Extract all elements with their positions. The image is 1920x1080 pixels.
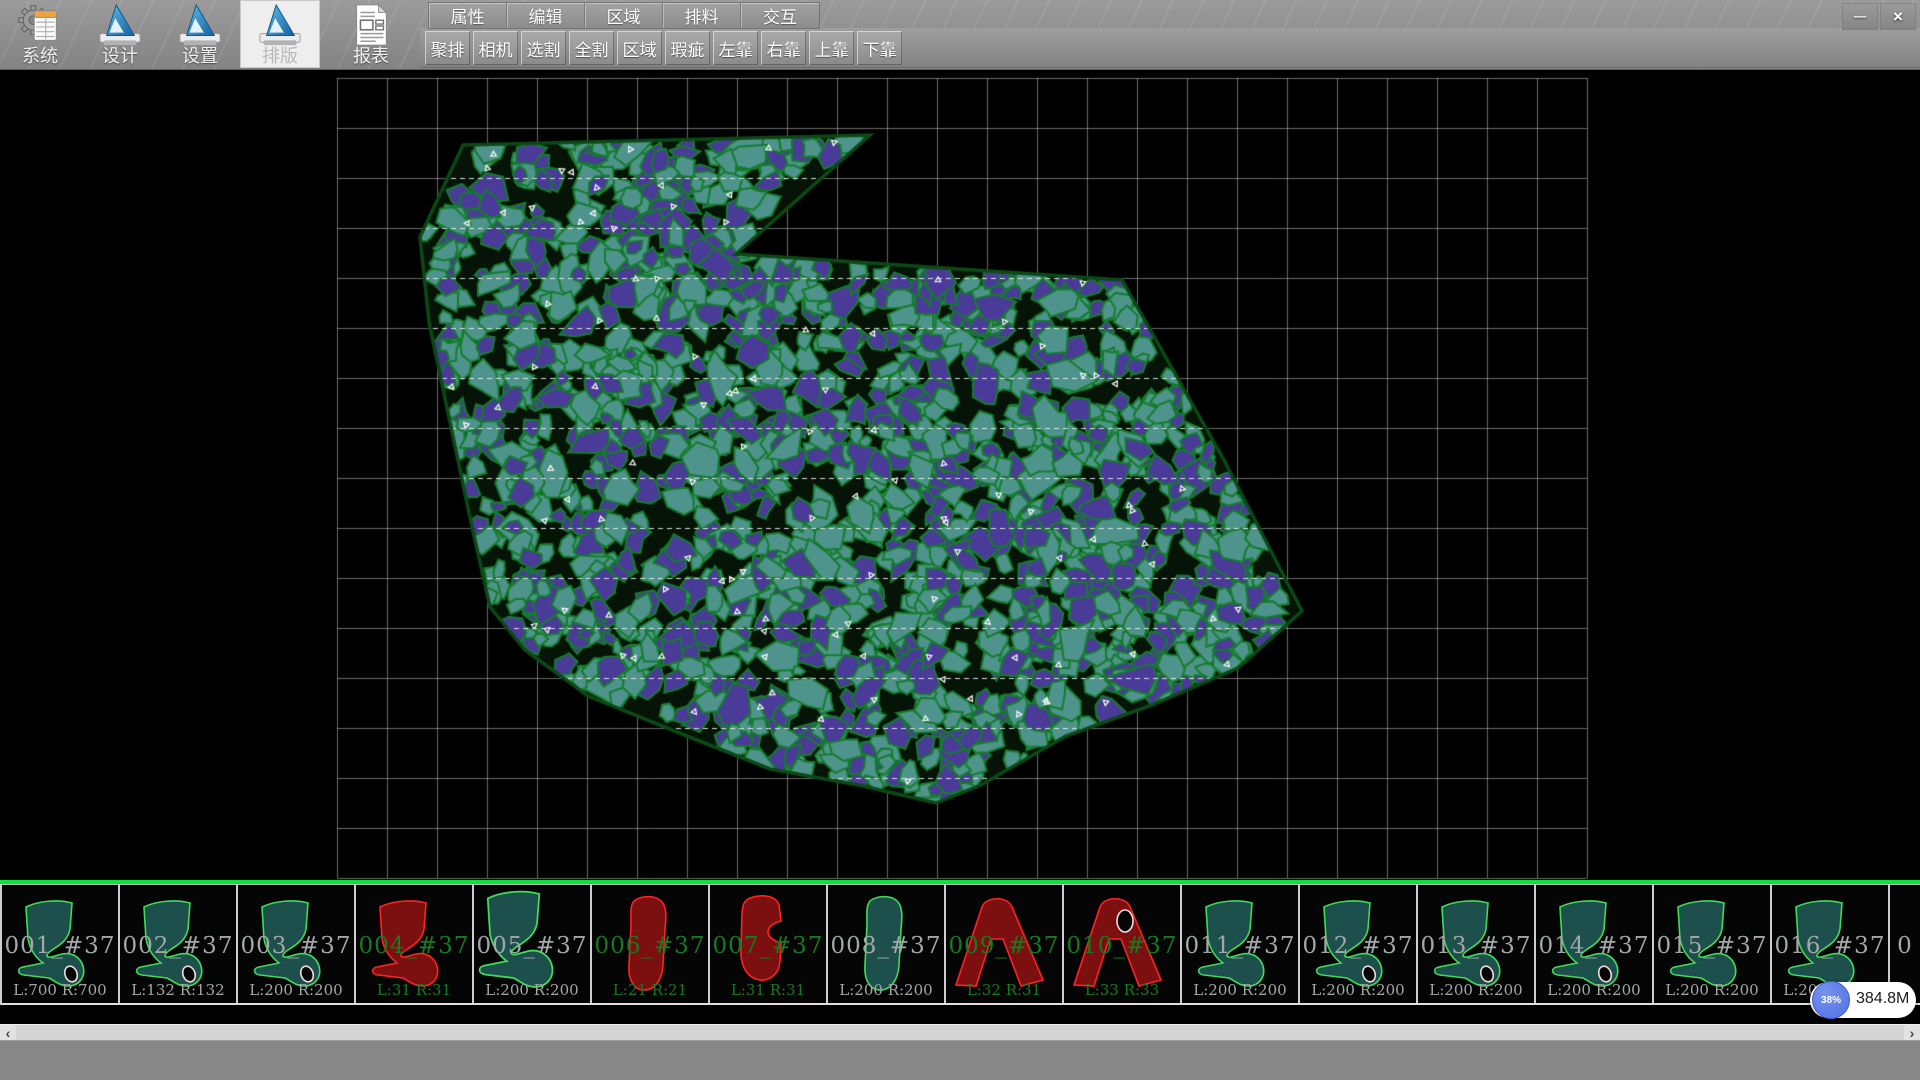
parts-thumbnail-strip: 001_#37L:700 R:700002_#37L:132 R:132003_… xyxy=(0,884,1920,1005)
tool-button-相机[interactable]: 相机 xyxy=(473,31,518,65)
part-id-label: 015_#37 xyxy=(1654,933,1770,959)
part-lr-count-label: L:200 R:200 xyxy=(1418,981,1534,999)
part-id-label: 013_#37 xyxy=(1418,933,1534,959)
top-toolbar: 系统设计设置排版报表 属性编辑区域排料交互 聚排相机选割全割区域瑕疵左靠右靠上靠… xyxy=(0,0,1920,70)
tool-button-下靠[interactable]: 下靠 xyxy=(857,31,902,65)
app-button-报表[interactable]: 报表 xyxy=(320,0,422,68)
part-thumbnail[interactable]: 005_#37 L:200 R:200 xyxy=(474,884,592,1005)
minimize-button[interactable]: ─ xyxy=(1842,3,1878,30)
scroll-right-arrow-icon[interactable]: › xyxy=(1904,1025,1920,1041)
part-thumbnail[interactable]: 011_#37 L:200 R:200 xyxy=(1182,884,1300,1005)
part-lr-count-label: L:200 R:200 xyxy=(1654,981,1770,999)
close-button[interactable]: × xyxy=(1880,3,1916,30)
part-lr-count-label: L:31 R:31 xyxy=(710,981,826,999)
tool-button-上靠[interactable]: 上靠 xyxy=(809,31,854,65)
window-controls: ─ × xyxy=(1842,3,1916,30)
tool-button-瑕疵[interactable]: 瑕疵 xyxy=(665,31,710,65)
nesting-canvas[interactable] xyxy=(0,70,1920,880)
bottom-gap xyxy=(0,1005,1920,1024)
part-lr-count-label: L:33 R:33 xyxy=(1064,981,1180,999)
menu-tab-区域[interactable]: 区域 xyxy=(585,3,663,28)
ruler-icon xyxy=(97,2,143,46)
status-bar xyxy=(0,1040,1920,1080)
part-id-label: 008_#37 xyxy=(828,933,944,959)
part-id-label: 004_#37 xyxy=(356,933,472,959)
part-lr-count-label: L:200 R:200 xyxy=(1300,981,1416,999)
tool-button-选割[interactable]: 选割 xyxy=(521,31,566,65)
menu-tab-交互[interactable]: 交互 xyxy=(741,3,819,28)
part-id-label: 016_#37 xyxy=(1772,933,1888,959)
tool-button-右靠[interactable]: 右靠 xyxy=(761,31,806,65)
menu-tab-属性[interactable]: 属性 xyxy=(429,3,507,28)
part-id-label: 012_#37 xyxy=(1300,933,1416,959)
memory-progress-pill: 38% 384.8M xyxy=(1810,982,1916,1018)
part-id-label: 005_#37 xyxy=(474,933,590,959)
app-button-label: 系统 xyxy=(22,46,58,66)
app-button-label: 设置 xyxy=(182,46,218,66)
part-lr-count-label: L:32 R:31 xyxy=(946,981,1062,999)
part-thumbnail[interactable]: 008_#37 L:200 R:200 xyxy=(828,884,946,1005)
part-thumbnail[interactable]: 006_#37 L:21 R:21 xyxy=(592,884,710,1005)
app-button-label: 设计 xyxy=(102,46,138,66)
app-button-设置[interactable]: 设置 xyxy=(160,0,240,68)
part-lr-count-label: L:200 R:200 xyxy=(474,981,590,999)
part-id-label: 009_#37 xyxy=(946,933,1062,959)
part-thumbnail[interactable]: 010_#37 L:33 R:33 xyxy=(1064,884,1182,1005)
part-lr-count-label: L:31 R:31 xyxy=(356,981,472,999)
app-button-设计[interactable]: 设计 xyxy=(80,0,160,68)
memory-usage-label: 384.8M xyxy=(1856,990,1909,1008)
menu-tab-strip: 属性编辑区域排料交互 xyxy=(428,2,820,29)
app-button-系统[interactable]: 系统 xyxy=(0,0,80,68)
part-thumbnail[interactable]: 001_#37 L:700 R:700 xyxy=(2,884,120,1005)
part-id-label: 010_#37 xyxy=(1064,933,1180,959)
part-id-label: 0 xyxy=(1890,933,1920,959)
app-mode-buttons: 系统 设计 设置 排版 报表 xyxy=(0,0,422,68)
ruler-icon xyxy=(177,2,223,46)
report-icon xyxy=(348,2,394,46)
part-thumbnail[interactable]: 009_#37 L:32 R:31 xyxy=(946,884,1064,1005)
part-id-label: 006_#37 xyxy=(592,933,708,959)
ruler-icon xyxy=(257,2,303,46)
system-icon xyxy=(17,2,63,46)
tool-button-左靠[interactable]: 左靠 xyxy=(713,31,758,65)
nesting-application-window: 系统设计设置排版报表 属性编辑区域排料交互 聚排相机选割全割区域瑕疵左靠右靠上靠… xyxy=(0,0,1920,1080)
part-thumbnail[interactable]: 012_#37 L:200 R:200 xyxy=(1300,884,1418,1005)
part-lr-count-label: L:132 R:132 xyxy=(120,981,236,999)
tool-button-区域[interactable]: 区域 xyxy=(617,31,662,65)
part-thumbnail[interactable]: 007_#37 L:31 R:31 xyxy=(710,884,828,1005)
part-thumbnail[interactable]: 014_#37 L:200 R:200 xyxy=(1536,884,1654,1005)
part-lr-count-label: L:21 R:21 xyxy=(592,981,708,999)
menu-tab-编辑[interactable]: 编辑 xyxy=(507,3,585,28)
app-button-排版[interactable]: 排版 xyxy=(240,0,320,68)
horizontal-scrollbar[interactable]: ‹ › xyxy=(0,1024,1920,1040)
part-id-label: 011_#37 xyxy=(1182,933,1298,959)
part-id-label: 007_#37 xyxy=(710,933,826,959)
part-thumbnail[interactable]: 002_#37 L:132 R:132 xyxy=(120,884,238,1005)
tool-button-聚排[interactable]: 聚排 xyxy=(425,31,470,65)
tool-button-全割[interactable]: 全割 xyxy=(569,31,614,65)
part-thumbnail[interactable]: 015_#37 L:200 R:200 xyxy=(1654,884,1772,1005)
part-thumbnail[interactable]: 004_#37 L:31 R:31 xyxy=(356,884,474,1005)
menu-tab-排料[interactable]: 排料 xyxy=(663,3,741,28)
app-button-label: 报表 xyxy=(353,46,389,66)
part-lr-count-label: L:200 R:200 xyxy=(1182,981,1298,999)
part-lr-count-label: L:200 R:200 xyxy=(1536,981,1652,999)
part-thumbnail[interactable]: 003_#37 L:200 R:200 xyxy=(238,884,356,1005)
part-thumbnail[interactable]: 013_#37 L:200 R:200 xyxy=(1418,884,1536,1005)
part-id-label: 001_#37 xyxy=(2,933,118,959)
part-id-label: 002_#37 xyxy=(120,933,236,959)
progress-percent-badge: 38% xyxy=(1812,981,1850,1019)
part-lr-count-label: L:700 R:700 xyxy=(2,981,118,999)
part-id-label: 003_#37 xyxy=(238,933,354,959)
scroll-left-arrow-icon[interactable]: ‹ xyxy=(0,1025,16,1041)
part-lr-count-label: L:200 R:200 xyxy=(238,981,354,999)
part-id-label: 014_#37 xyxy=(1536,933,1652,959)
app-button-label: 排版 xyxy=(262,46,298,66)
part-lr-count-label: L:200 R:200 xyxy=(828,981,944,999)
tool-button-row: 聚排相机选割全割区域瑕疵左靠右靠上靠下靠 xyxy=(425,31,902,65)
nesting-canvas-area xyxy=(0,70,1920,880)
